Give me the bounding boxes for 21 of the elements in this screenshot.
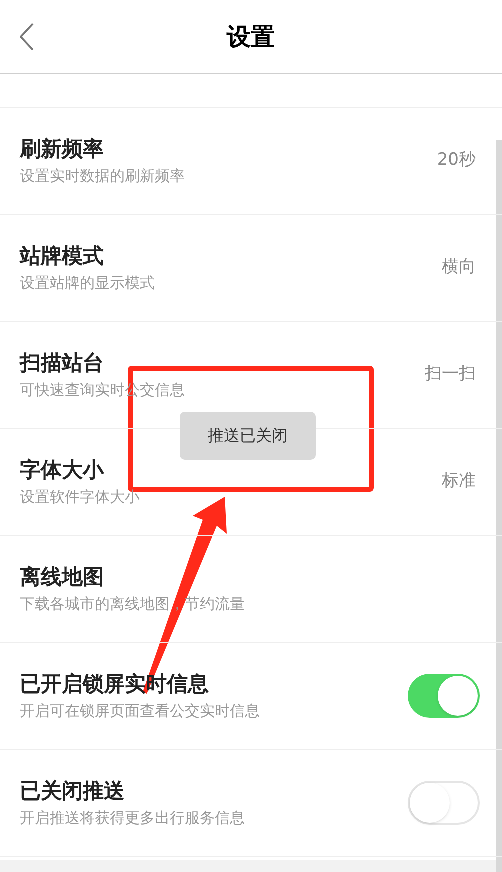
- back-icon: [20, 23, 34, 51]
- setting-title: 已关闭推送: [20, 778, 126, 805]
- setting-title: 离线地图: [20, 564, 105, 591]
- setting-description: 下载各城市的离线地图，节约流量: [20, 594, 246, 615]
- toggle-switch[interactable]: [408, 674, 480, 718]
- setting-title: 扫描站台: [20, 350, 105, 377]
- setting-description: 开启可在锁屏页面查看公交实时信息: [20, 701, 261, 722]
- setting-value[interactable]: 标准: [442, 469, 476, 495]
- setting-description: 开启推送将获得更多出行服务信息: [20, 808, 246, 829]
- setting-description: 设置实时数据的刷新频率: [20, 166, 186, 187]
- setting-description: 设置软件字体大小: [20, 487, 141, 508]
- setting-value[interactable]: 20秒: [437, 148, 476, 174]
- setting-title: 站牌模式: [20, 243, 105, 270]
- setting-value[interactable]: 横向: [442, 255, 476, 281]
- page-title: 设置: [227, 22, 275, 52]
- setting-title: 刷新频率: [20, 136, 105, 163]
- setting-title: 字体大小: [20, 457, 106, 484]
- toast-message: 推送已关闭: [180, 412, 316, 460]
- setting-value[interactable]: 扫一扫: [425, 362, 476, 388]
- toggle-switch[interactable]: [408, 781, 480, 825]
- setting-description: 设置站牌的显示模式: [20, 273, 156, 294]
